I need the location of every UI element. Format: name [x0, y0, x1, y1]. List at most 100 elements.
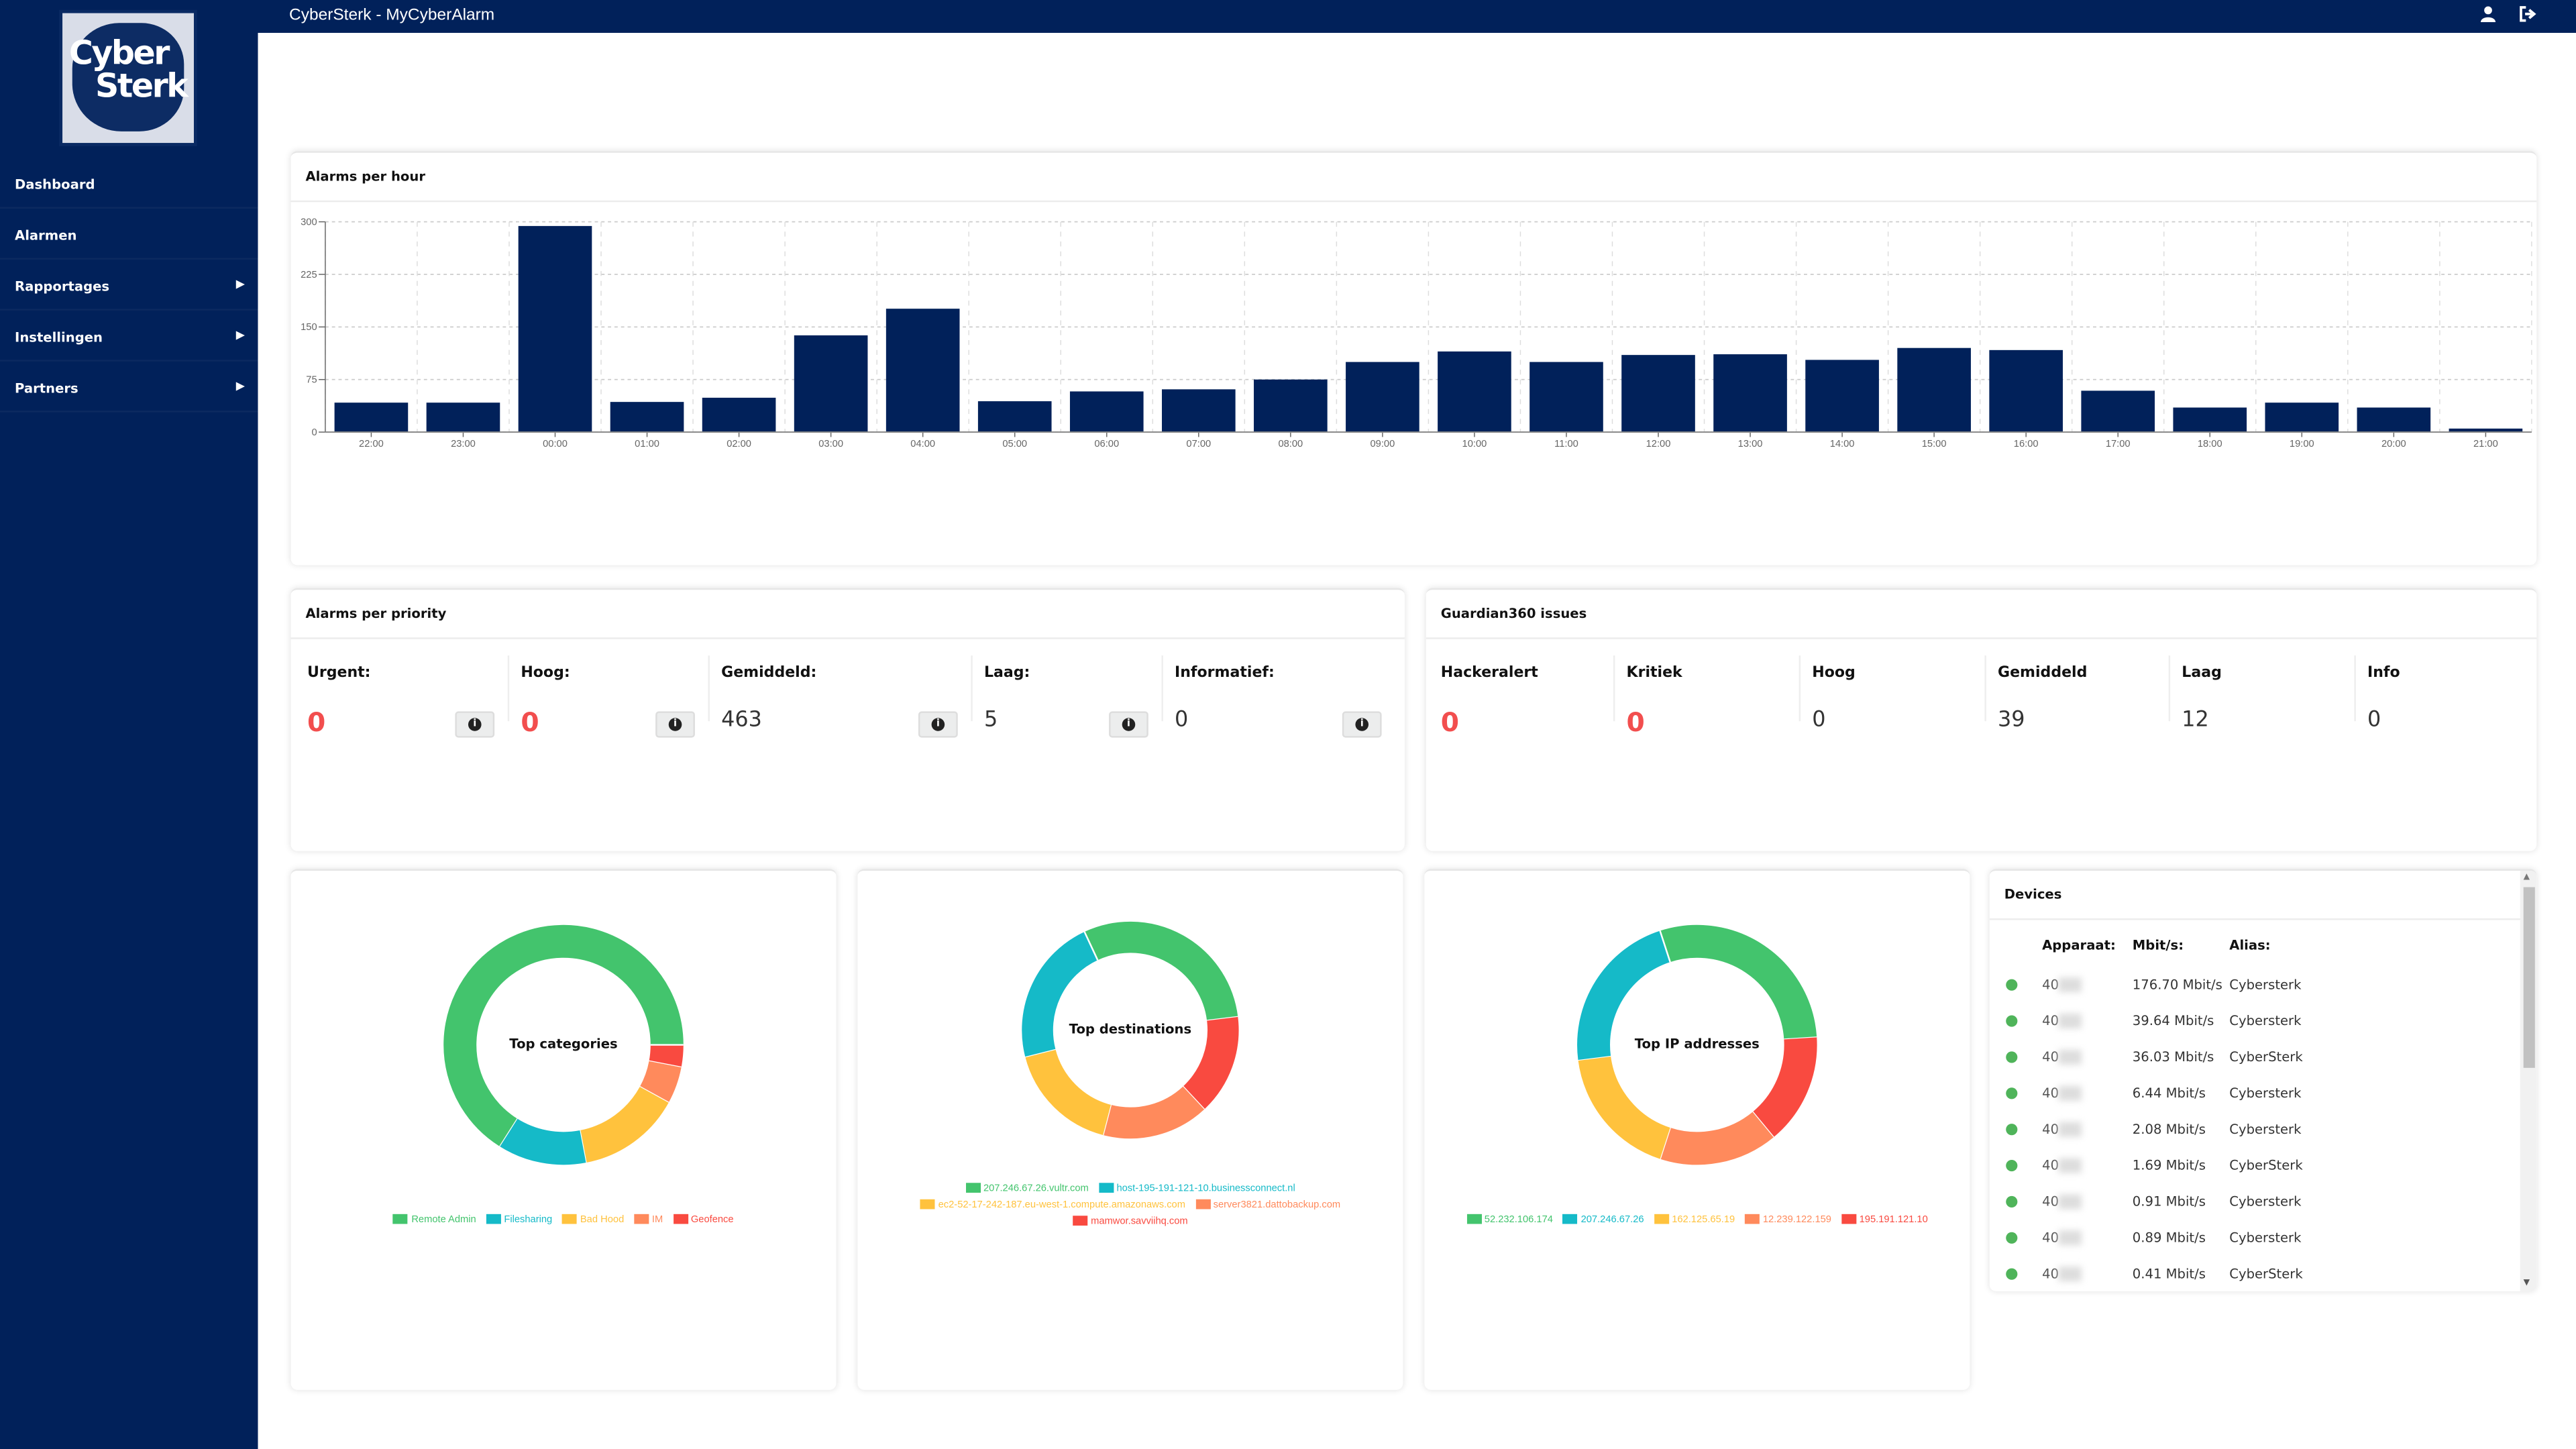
devices-card: Devices Apparaat: Mbit/s: Alias: 40 176.… [1989, 869, 2537, 1291]
device-row[interactable]: 40 176.70 Mbit/s Cybersterk [1990, 973, 2516, 1009]
donut-chart [443, 924, 684, 1165]
device-row[interactable]: 40 36.03 Mbit/s CyberSterk [1990, 1045, 2516, 1081]
device-mbit: 0.89 Mbit/s [2132, 1230, 2206, 1246]
device-mbit: 0.91 Mbit/s [2132, 1194, 2206, 1210]
info-button[interactable]: i [918, 711, 958, 738]
donut-slice-3[interactable] [1103, 1086, 1205, 1139]
sidebar-item-instellingen[interactable]: Instellingen ▶ [0, 311, 258, 362]
divider [1799, 655, 1801, 722]
scroll-up-icon[interactable]: ▲ [2524, 872, 2530, 882]
legend-item[interactable]: Bad Hood [561, 1212, 624, 1228]
device-row[interactable]: 40 0.91 Mbit/s Cybersterk [1990, 1189, 2516, 1226]
bar-00:00[interactable] [518, 225, 592, 433]
donut-slice-1[interactable] [1022, 932, 1098, 1057]
bar-14:00[interactable] [1805, 360, 1879, 433]
bar-19:00[interactable] [2265, 402, 2339, 433]
bar-17:00[interactable] [2081, 390, 2155, 433]
device-row[interactable]: 40 2.08 Mbit/s Cybersterk [1990, 1117, 2516, 1153]
bar-06:00[interactable] [1069, 391, 1144, 433]
legend-item[interactable]: 207.246.67.26 [1562, 1212, 1644, 1228]
guardian-info: Info 0 [2367, 665, 2540, 764]
legend-item[interactable]: 162.125.65.19 [1654, 1212, 1735, 1228]
legend-item[interactable]: 12.239.122.159 [1744, 1212, 1831, 1228]
device-row[interactable]: 40 0.41 Mbit/s CyberSterk [1990, 1262, 2516, 1291]
info-button[interactable]: i [655, 711, 695, 738]
bar-03:00[interactable] [794, 335, 868, 433]
bar-12:00[interactable] [1621, 355, 1695, 433]
donut-slice-0[interactable] [1660, 924, 1817, 1040]
device-id: 40 [2042, 1085, 2059, 1101]
sidebar: Cyber Sterk Dashboard Alarmen Rapportages ▶ I… [0, 0, 258, 1449]
redacted-id [2058, 1049, 2082, 1065]
info-button[interactable]: i [455, 711, 495, 738]
divider [2354, 655, 2356, 722]
bar-05:00[interactable] [977, 401, 1052, 433]
bar-09:00[interactable] [1346, 362, 1419, 433]
donut-slice-3[interactable] [639, 1061, 682, 1103]
sidebar-item-alarmen[interactable]: Alarmen [0, 209, 258, 260]
legend-item[interactable]: IM [633, 1212, 663, 1228]
bar-22:00[interactable] [334, 402, 409, 433]
legend-item[interactable]: Geofence [672, 1212, 734, 1228]
x-tick-label: 07:00 [1186, 439, 1211, 449]
bar-23:00[interactable] [426, 402, 500, 433]
bar-18:00[interactable] [2173, 407, 2247, 433]
donut-slice-2[interactable] [579, 1086, 669, 1163]
legend-item[interactable]: Remote Admin [393, 1212, 476, 1228]
user-icon[interactable] [2479, 5, 2498, 28]
donut-slice-3[interactable] [1660, 1112, 1774, 1165]
issue-label: Gemiddeld [1997, 665, 2088, 682]
donut-slice-0[interactable] [1084, 921, 1238, 1022]
bar-16:00[interactable] [1989, 350, 2063, 433]
sidebar-item-dashboard[interactable]: Dashboard [0, 158, 258, 209]
x-tick-label: 23:00 [451, 439, 476, 449]
priority-label: Informatief: [1175, 665, 1275, 682]
legend-item[interactable]: 207.246.67.26.vultr.com [965, 1181, 1089, 1197]
bar-15:00[interactable] [1897, 347, 1971, 433]
bar-10:00[interactable] [1438, 351, 1511, 433]
logout-icon[interactable] [2518, 5, 2536, 28]
info-button[interactable]: i [1109, 711, 1148, 738]
bar-04:00[interactable] [885, 309, 960, 433]
scrollbar-thumb[interactable] [2523, 887, 2535, 1068]
x-tick-label: 15:00 [1922, 439, 1947, 449]
device-row[interactable]: 40 6.44 Mbit/s Cybersterk [1990, 1081, 2516, 1117]
legend-item[interactable]: ec2-52-17-242-187.eu-west-1.compute.amaz… [920, 1197, 1185, 1214]
alarms-bar-chart: 0 75 150 225 300 22:00 23:00 00:00 01:00 02:00 03:… [301, 217, 2532, 449]
alarms-per-priority-card: Alarms per priority Urgent: 0 i Hoog: 0 … [290, 588, 1405, 851]
legend-item[interactable]: host-195-191-121-10.businessconnect.nl [1098, 1181, 1295, 1197]
top-destinations-card: Top destinations 207.246.67.26.vultr.com h… [857, 869, 1403, 1390]
legend-item[interactable]: 195.191.121.10 [1841, 1212, 1928, 1228]
bar-01:00[interactable] [610, 402, 684, 433]
info-icon: i [931, 718, 945, 731]
legend-item[interactable]: server3821.dattobackup.com [1195, 1197, 1340, 1214]
bar-11:00[interactable] [1529, 362, 1603, 433]
device-row[interactable]: 40 39.64 Mbit/s Cybersterk [1990, 1009, 2516, 1045]
donut-slice-2[interactable] [1025, 1049, 1112, 1135]
bar-08:00[interactable] [1254, 379, 1328, 433]
sidebar-item-label: Rapportages [15, 279, 110, 294]
sidebar-item-rapportages[interactable]: Rapportages ▶ [0, 260, 258, 311]
cybersterk-logo[interactable]: Cyber Sterk [62, 13, 194, 144]
sidebar-item-partners[interactable]: Partners ▶ [0, 362, 258, 413]
info-button[interactable]: i [1342, 711, 1382, 738]
bar-20:00[interactable] [2357, 407, 2431, 433]
status-online-icon [2006, 1087, 2018, 1099]
x-tick-label: 20:00 [2381, 439, 2406, 449]
device-mbit: 176.70 Mbit/s [2132, 977, 2222, 993]
devices-scrollbar[interactable]: ▲ ▼ [2520, 870, 2537, 1291]
device-row[interactable]: 40 1.69 Mbit/s CyberSterk [1990, 1153, 2516, 1189]
legend-item[interactable]: mamwor.savviihq.com [1073, 1214, 1188, 1230]
bar-02:00[interactable] [702, 397, 776, 433]
donut-title: Top IP addresses [1634, 1036, 1760, 1052]
donut-slice-1[interactable] [499, 1118, 586, 1165]
legend-item[interactable]: Filesharing [486, 1212, 552, 1228]
bar-13:00[interactable] [1713, 354, 1787, 433]
issue-label: Info [2367, 665, 2400, 682]
bar-07:00[interactable] [1161, 389, 1236, 433]
device-row[interactable]: 40 0.89 Mbit/s Cybersterk [1990, 1226, 2516, 1262]
donut-slice-2[interactable] [1578, 1055, 1671, 1159]
scroll-down-icon[interactable]: ▼ [2524, 1278, 2530, 1288]
legend-item[interactable]: 52.232.106.174 [1466, 1212, 1553, 1228]
issue-label: Laag [2182, 665, 2222, 682]
